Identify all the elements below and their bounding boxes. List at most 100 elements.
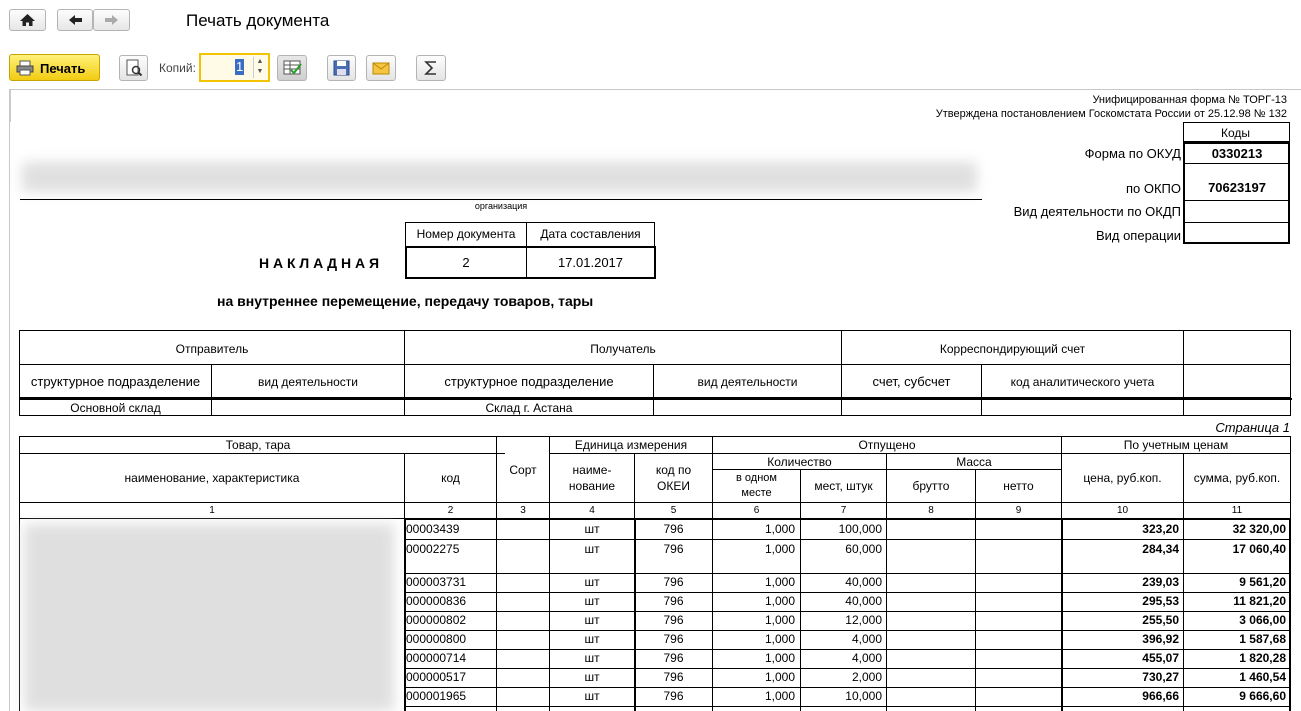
copies-value: 1 xyxy=(235,59,245,75)
sender-activity-header: вид деятельности xyxy=(258,375,358,389)
cell-unit: шт xyxy=(584,651,600,665)
sender-header: Отправитель xyxy=(175,342,249,356)
doc-number-header: Номер документа xyxy=(416,227,516,241)
preview-button[interactable] xyxy=(119,55,148,81)
unit-header: Единица измерения xyxy=(574,438,688,452)
cell-code: 000000714 xyxy=(406,651,467,665)
org-caption: организация xyxy=(474,201,528,211)
doc-subtitle: на внутреннее перемещение, передачу това… xyxy=(217,293,594,309)
cell-unit: шт xyxy=(584,689,600,703)
document-preview[interactable]: Унифицированная форма № ТОРГ-13 Утвержде… xyxy=(9,89,1301,711)
print-button[interactable]: Печать xyxy=(9,54,100,81)
back-button[interactable] xyxy=(57,9,93,31)
cell-okei: 796 xyxy=(663,651,684,665)
okud-value: 0330213 xyxy=(1211,146,1263,161)
okei-header-1: код по xyxy=(655,463,692,477)
cell-sum: 1 820,28 xyxy=(1239,651,1286,665)
item-names-blurred xyxy=(24,524,394,711)
doc-title: Н А К Л А Д Н А Я xyxy=(259,255,380,271)
places-header: мест, штук xyxy=(814,479,873,493)
form-unified: Унифицированная форма № ТОРГ-13 xyxy=(1092,94,1287,106)
cell-price: 455,07 xyxy=(1142,651,1179,665)
unit-name-header-2: нование xyxy=(568,479,616,493)
receiver-value: Склад г. Астана xyxy=(485,401,573,415)
mass-header: Масса xyxy=(956,455,992,469)
envelope-icon xyxy=(372,62,390,75)
cell-okei: 796 xyxy=(663,594,684,608)
cell-places: 2,000 xyxy=(851,670,882,684)
col-number: 9 xyxy=(1015,505,1022,516)
released-header: Отпущено xyxy=(858,438,916,452)
cell-unit: шт xyxy=(584,670,600,684)
cell-unit: шт xyxy=(584,522,600,536)
cell-places: 40,000 xyxy=(845,594,882,608)
edit-mode-button[interactable] xyxy=(277,55,307,81)
net-header: нетто xyxy=(1003,479,1034,493)
cell-unit: шт xyxy=(584,575,600,589)
col-number: 10 xyxy=(1116,505,1129,516)
cell-places: 10,000 xyxy=(845,689,882,703)
cell-price: 323,20 xyxy=(1142,522,1179,536)
okpo-value: 70623197 xyxy=(1208,180,1266,195)
codes-header: Коды xyxy=(1221,126,1251,140)
okei-header-2: ОКЕИ xyxy=(657,479,690,493)
copies-spinner[interactable]: ▲ ▼ xyxy=(253,57,266,78)
cell-unit: шт xyxy=(584,594,600,608)
copies-label: Копий: xyxy=(159,61,196,75)
account-header: Корреспондирующий счет xyxy=(939,342,1086,356)
okdp-label: Вид деятельности по ОКДП xyxy=(1013,204,1181,219)
forward-button[interactable] xyxy=(93,9,130,31)
cell-okei: 796 xyxy=(663,575,684,589)
col-number: 8 xyxy=(928,505,934,516)
col-number: 5 xyxy=(670,505,677,516)
code-header: код xyxy=(441,471,460,485)
cell-places: 40,000 xyxy=(845,575,882,589)
cell-price: 295,53 xyxy=(1142,594,1179,608)
cell-places: 4,000 xyxy=(851,651,882,665)
printer-icon xyxy=(16,60,34,76)
arrow-left-icon xyxy=(69,15,82,25)
home-button[interactable] xyxy=(9,9,46,31)
cell-sum: 1 587,68 xyxy=(1239,632,1286,646)
cell-okei: 796 xyxy=(663,689,684,703)
cell-price: 966,66 xyxy=(1142,689,1179,703)
cell-sum: 9 666,60 xyxy=(1239,689,1286,703)
cell-places: 100,000 xyxy=(838,522,882,536)
sender-value: Основной склад xyxy=(70,401,161,415)
preview-icon xyxy=(126,59,143,77)
col-number: 3 xyxy=(520,505,526,516)
col-number: 4 xyxy=(589,505,595,516)
receiver-unit-header: структурное подразделение xyxy=(444,374,614,389)
cell-okei: 796 xyxy=(663,670,684,684)
email-button[interactable] xyxy=(366,55,396,81)
gross-header: брутто xyxy=(912,479,950,493)
cell-unit: шт xyxy=(584,632,600,646)
quantity-header: Количество xyxy=(767,455,832,469)
save-button[interactable] xyxy=(327,55,356,81)
col-number: 6 xyxy=(753,505,760,516)
prices-header: По учетным ценам xyxy=(1123,438,1229,452)
sender-unit-header: структурное подразделение xyxy=(30,374,201,389)
cell-per-place: 1,000 xyxy=(764,575,795,589)
cell-price: 396,92 xyxy=(1142,632,1179,646)
col-number: 1 xyxy=(209,505,215,516)
col-number: 2 xyxy=(447,505,454,516)
arrow-right-icon xyxy=(105,15,118,25)
cell-per-place: 1,000 xyxy=(764,670,795,684)
operation-label: Вид операции xyxy=(1095,228,1181,243)
cell-per-place: 1,000 xyxy=(764,651,795,665)
cell-per-place: 1,000 xyxy=(764,594,795,608)
okpo-label: по ОКПО xyxy=(1125,181,1181,196)
cell-sum: 17 060,40 xyxy=(1232,542,1286,556)
sum-button[interactable] xyxy=(416,55,446,81)
cell-unit: шт xyxy=(584,613,600,627)
cell-price: 239,03 xyxy=(1142,575,1179,589)
cell-code: 000000836 xyxy=(406,594,467,608)
cell-okei: 796 xyxy=(663,632,684,646)
print-button-label: Печать xyxy=(40,61,86,76)
copies-input[interactable]: 1 ▲ ▼ xyxy=(199,53,270,82)
name-header: наименование, характеристика xyxy=(124,471,300,485)
page-number: Страница 1 xyxy=(1215,420,1290,435)
doc-date: 17.01.2017 xyxy=(557,255,624,270)
doc-date-header: Дата составления xyxy=(540,227,641,241)
